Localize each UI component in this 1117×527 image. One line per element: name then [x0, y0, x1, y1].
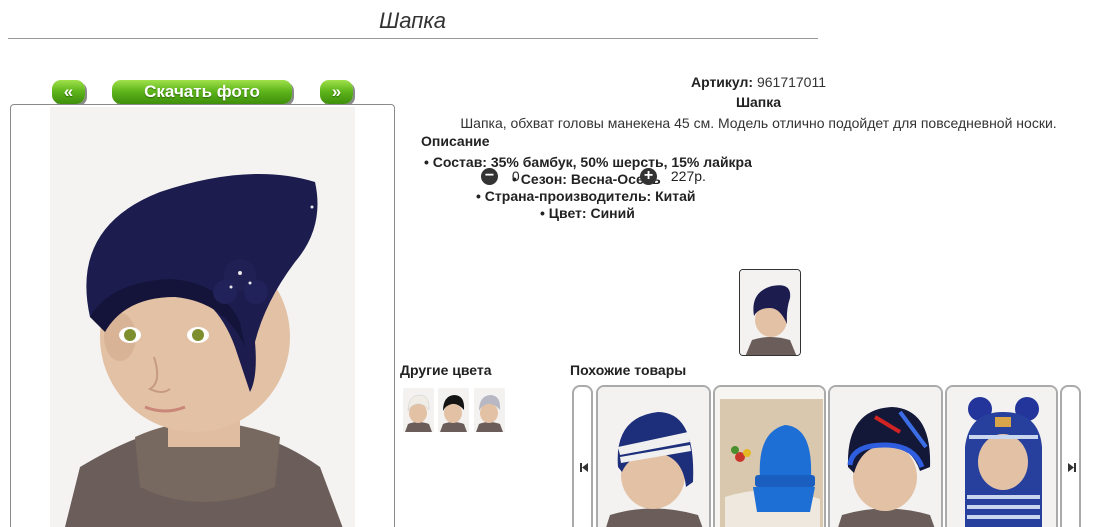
quantity-value: 0 [511, 168, 520, 185]
similar-item-card[interactable] [713, 385, 826, 527]
carousel-prev-button[interactable] [572, 385, 593, 527]
minus-icon[interactable]: − [481, 167, 498, 185]
product-name: Шапка [735, 94, 782, 110]
price-control: + 227р. [640, 167, 706, 185]
page-title: Шапка [379, 8, 446, 33]
main-product-photo[interactable] [10, 104, 395, 527]
skip-back-icon [580, 463, 588, 472]
color-swatch-black[interactable] [438, 388, 469, 432]
property-item: • Сезон: Весна-Осень [512, 171, 661, 187]
product-description: Шапка, обхват головы манекена 45 см. Мод… [460, 115, 1057, 131]
similar-item-card[interactable] [945, 385, 1058, 527]
download-photo-button[interactable]: Скачать фото [112, 80, 292, 104]
property-item: • Цвет: Синий [540, 205, 635, 221]
article-label: Артикул: [690, 74, 754, 90]
article-value: 961717011 [756, 74, 827, 90]
mannequin-photo [50, 107, 355, 527]
thumbnail-image [740, 270, 800, 355]
similar-item-image [715, 387, 824, 527]
next-photo-button[interactable]: » [320, 80, 353, 104]
other-colors-heading: Другие цвета [400, 362, 492, 378]
similar-item-image [598, 387, 709, 527]
title-divider [8, 38, 818, 39]
similar-item-card[interactable] [596, 385, 711, 527]
similar-item-image [947, 387, 1056, 527]
prev-photo-button[interactable]: « [52, 80, 85, 104]
price-value: 227р. [670, 168, 706, 185]
skip-forward-icon [1068, 463, 1076, 472]
property-item: • Страна-производитель: Китай [476, 188, 696, 204]
similar-items-heading: Похожие товары [570, 362, 687, 378]
similar-item-image [830, 387, 941, 527]
carousel-next-button[interactable] [1060, 385, 1081, 527]
photo-thumbnail[interactable] [739, 269, 801, 356]
plus-icon[interactable]: + [640, 167, 657, 185]
quantity-control: − 0 [481, 167, 520, 185]
color-swatch-white[interactable] [403, 388, 434, 432]
color-swatch-grey[interactable] [474, 388, 505, 432]
article-line: Артикул: 961717011 [400, 74, 1117, 90]
description-heading: Описание [421, 133, 490, 149]
similar-item-card[interactable] [828, 385, 943, 527]
